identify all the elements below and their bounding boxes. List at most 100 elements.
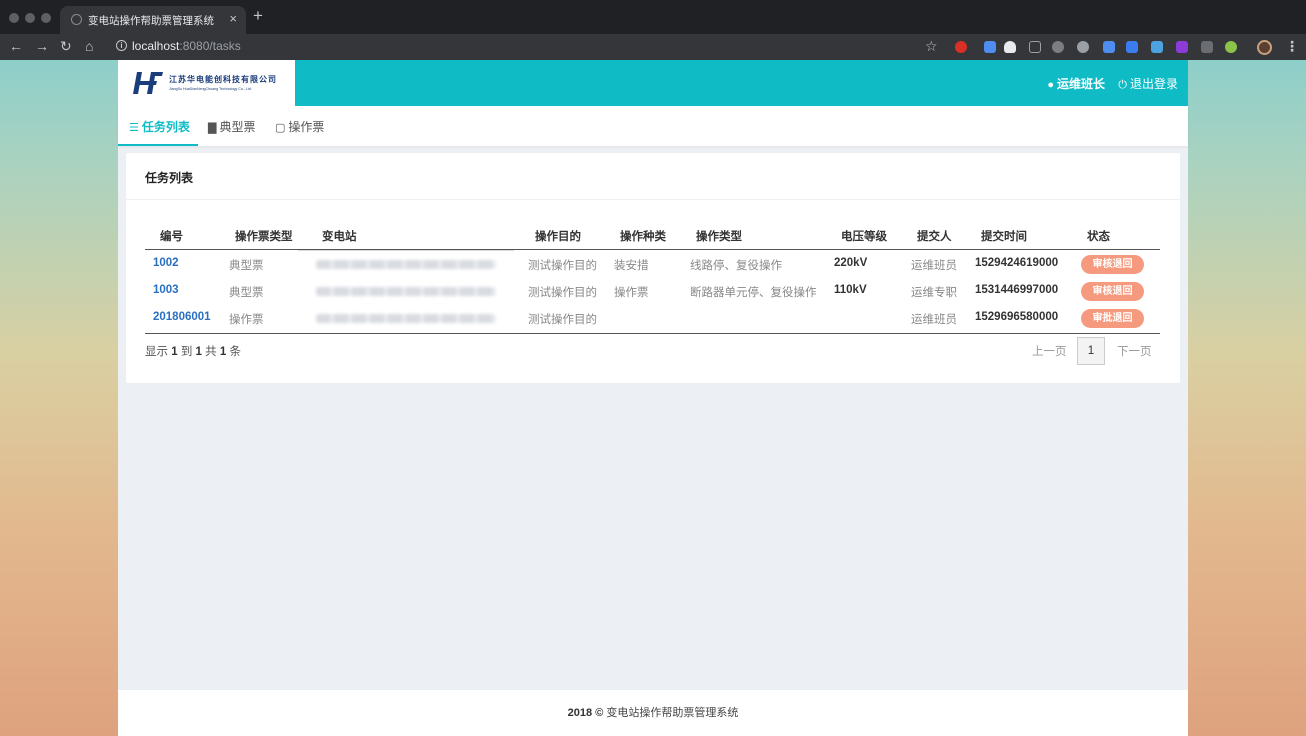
info-prefix: 显示 <box>145 346 168 358</box>
home-icon[interactable]: ⌂ <box>85 38 93 54</box>
extension-blue-icon[interactable] <box>984 41 996 53</box>
row-time: 1529424619000 <box>975 257 1059 269</box>
footer-year: 2018 <box>567 707 593 719</box>
edit-ext-icon[interactable] <box>1103 41 1115 53</box>
logout-button[interactable]: ⏻ 退出登录 <box>1118 75 1178 92</box>
row-voltage: 220kV <box>834 257 868 269</box>
url-path: :8080/tasks <box>179 39 241 53</box>
logo-company-name: 江苏华电能创科技有限公司 <box>169 75 277 84</box>
info-icon[interactable]: i <box>116 40 127 51</box>
card-divider <box>126 199 1180 200</box>
back-icon[interactable]: ← <box>9 38 23 54</box>
row-submitter: 运维班员 <box>911 260 957 272</box>
table-row[interactable]: 1002 典型票 测试操作目的 装安措 线路停、复役操作 220kV 运维班员 … <box>126 251 1180 278</box>
app-header: 江苏华电能创科技有限公司 JiangSu HuaDianNengChuang T… <box>118 60 1188 106</box>
purple-ext-icon[interactable] <box>1176 41 1188 53</box>
profile-avatar[interactable] <box>1257 40 1272 55</box>
col-header-voltage[interactable]: 电压等级 <box>841 228 887 244</box>
window-close-dot[interactable] <box>9 13 19 23</box>
tab-task-list[interactable]: ☰ 任务列表 <box>129 118 190 135</box>
extension-red-icon[interactable] <box>955 41 967 53</box>
url-host: localhost <box>132 39 180 53</box>
row-submitter: 运维班员 <box>911 314 957 326</box>
forward-icon[interactable]: → <box>35 38 49 54</box>
row-purpose: 测试操作目的 <box>528 314 597 326</box>
status-badge[interactable]: 审批退回 <box>1081 309 1144 328</box>
page-number-button[interactable]: 1 <box>1077 337 1105 365</box>
main-tabs: ☰ 任务列表 ▇ 典型票 ▢ 操作票 <box>118 106 1188 146</box>
dropbox-icon[interactable] <box>1126 41 1138 53</box>
row-time: 1531446997000 <box>975 284 1059 296</box>
table-row[interactable]: 201806001 操作票 测试操作目的 运维班员 1529696580000 … <box>126 305 1180 332</box>
gear-ext-icon[interactable] <box>1052 41 1064 53</box>
browser-menu-icon[interactable]: ⋮ <box>1285 39 1299 53</box>
status-badge[interactable]: 审核退回 <box>1081 255 1144 274</box>
col-header-submitter[interactable]: 提交人 <box>917 228 952 244</box>
browser-tab-bar: 变电站操作帮助票管理系统 × + <box>0 0 1306 34</box>
next-page-button[interactable]: 下一页 <box>1117 343 1152 359</box>
tab-typical-ticket-label: 典型票 <box>219 120 256 134</box>
tab-operation-ticket[interactable]: ▢ 操作票 <box>275 118 324 135</box>
power-icon: ⏻ <box>1118 79 1127 91</box>
info-to: 1 <box>195 346 202 358</box>
prev-page-button[interactable]: 上一页 <box>1032 343 1067 359</box>
address-bar: ← → ↻ ⌂ i localhost:8080/tasks ☆ ⋮ <box>0 34 1306 60</box>
row-id-link[interactable]: 1003 <box>153 284 179 296</box>
green-ext-icon[interactable] <box>1225 41 1237 53</box>
col-header-kind[interactable]: 操作种类 <box>620 228 666 244</box>
row-ticket-type: 操作票 <box>229 314 264 326</box>
logo-mark-icon <box>133 72 163 94</box>
col-header-station[interactable]: 变电站 <box>322 228 357 244</box>
company-logo[interactable]: 江苏华电能创科技有限公司 JiangSu HuaDianNengChuang T… <box>118 60 295 106</box>
col-header-time[interactable]: 提交时间 <box>981 228 1027 244</box>
col-header-ticket-type[interactable]: 操作票类型 <box>235 228 293 244</box>
app-container: 江苏华电能创科技有限公司 JiangSu HuaDianNengChuang T… <box>118 60 1188 736</box>
row-station-blurred <box>316 287 496 296</box>
row-kind: 装安措 <box>614 260 649 272</box>
browser-tab[interactable]: 变电站操作帮助票管理系统 × <box>60 6 246 34</box>
info-from: 1 <box>171 346 178 358</box>
current-user[interactable]: ● 运维班长 <box>1047 75 1105 92</box>
col-header-purpose[interactable]: 操作目的 <box>535 228 581 244</box>
logo-company-name-en: JiangSu HuaDianNengChuang Technology Co.… <box>169 87 252 91</box>
row-submitter: 运维专职 <box>911 287 957 299</box>
footer-text: 变电站操作帮助票管理系统 <box>606 707 739 719</box>
col-header-op-type[interactable]: 操作类型 <box>696 228 742 244</box>
info-unit: 条 <box>229 346 241 358</box>
table-row[interactable]: 1003 典型票 测试操作目的 操作票 断路器单元停、复役操作 110kV 运维… <box>126 278 1180 305</box>
window-zoom-dot[interactable] <box>41 13 51 23</box>
row-voltage: 110kV <box>834 284 867 296</box>
tab-operation-ticket-label: 操作票 <box>288 120 325 134</box>
col-header-id[interactable]: 编号 <box>160 228 183 244</box>
tab-typical-ticket[interactable]: ▇ 典型票 <box>208 118 255 135</box>
window-minimize-dot[interactable] <box>25 13 35 23</box>
close-tab-icon[interactable]: × <box>229 11 237 26</box>
cloud-icon[interactable] <box>1004 41 1016 53</box>
bird-ext-icon[interactable] <box>1151 41 1163 53</box>
row-time: 1529696580000 <box>975 311 1059 323</box>
row-ticket-type: 典型票 <box>229 260 264 272</box>
current-user-label: 运维班长 <box>1056 77 1105 91</box>
status-badge[interactable]: 审核退回 <box>1081 282 1144 301</box>
cast-icon[interactable] <box>1201 41 1213 53</box>
chat-ext-icon[interactable] <box>1077 41 1089 53</box>
row-id-link[interactable]: 201806001 <box>153 311 211 323</box>
new-tab-icon[interactable]: + <box>253 7 263 24</box>
row-id-link[interactable]: 1002 <box>153 257 179 269</box>
shield-icon[interactable] <box>1029 41 1041 53</box>
col-header-status[interactable]: 状态 <box>1087 228 1110 244</box>
logout-label: 退出登录 <box>1129 77 1178 91</box>
globe-icon <box>71 14 82 25</box>
bookmark-star-icon[interactable]: ☆ <box>925 39 938 53</box>
list-icon: ☰ <box>129 122 139 134</box>
row-op-type: 断路器单元停、复役操作 <box>690 287 817 299</box>
tab-task-list-label: 任务列表 <box>141 120 190 134</box>
row-op-type: 线路停、复役操作 <box>690 260 782 272</box>
page-footer: 2018 © 变电站操作帮助票管理系统 <box>118 690 1188 736</box>
active-tab-indicator <box>118 144 198 146</box>
reload-icon[interactable]: ↻ <box>60 38 72 54</box>
row-ticket-type: 典型票 <box>229 287 264 299</box>
row-kind: 操作票 <box>614 287 649 299</box>
row-station-blurred <box>316 314 496 323</box>
row-purpose: 测试操作目的 <box>528 287 597 299</box>
